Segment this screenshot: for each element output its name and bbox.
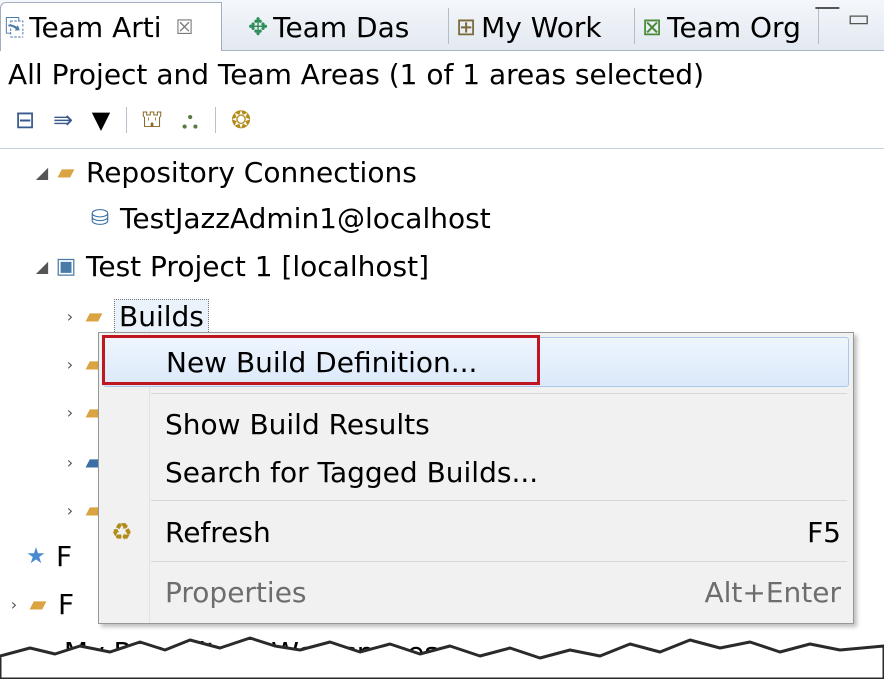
collapsed-twisty-icon[interactable]: › xyxy=(58,403,82,422)
builds-folder-icon: ▰ xyxy=(85,303,103,329)
tab-my-work[interactable]: ⊞ My Work xyxy=(452,4,602,50)
menu-separator xyxy=(151,561,847,562)
collapsed-twisty-icon[interactable]: › xyxy=(58,501,82,520)
tree-node-label: Repository Connections xyxy=(86,155,417,189)
expanded-twisty-icon[interactable]: ◢ xyxy=(30,257,54,276)
tab-divider xyxy=(448,8,449,44)
tab-label: Team Org xyxy=(667,10,801,44)
team-artifacts-icon: ⎘ xyxy=(5,13,25,41)
torn-edge-effect xyxy=(0,636,884,679)
tab-label: Team Arti xyxy=(29,10,162,44)
menu-item-shortcut: F5 xyxy=(807,515,841,549)
tree-node-repository-connections[interactable]: ◢ ▰ Repository Connections xyxy=(30,150,417,194)
tree-node-feeds[interactable]: › ▰ F xyxy=(2,582,74,626)
toolbar-divider xyxy=(126,107,127,133)
tree-node-label: Test Project 1 [localhost] xyxy=(86,249,429,283)
menu-item-show-build-results[interactable]: Show Build Results xyxy=(99,399,853,449)
expanded-twisty-icon[interactable]: ◢ xyxy=(30,163,54,182)
tree-node-project[interactable]: ◢ ▣ Test Project 1 [localhost] xyxy=(30,244,429,288)
menu-item-label: Refresh xyxy=(165,515,271,549)
view-menu-icon[interactable]: ▼ xyxy=(86,106,116,134)
tree-node-label: F xyxy=(56,539,73,573)
favorites-folder-icon: ★ xyxy=(26,543,46,569)
view-toolbar: ⊟ ⇛ ▼ ⛫ ⛬ ❂ xyxy=(10,104,256,136)
view-window-controls: ⎺▭ xyxy=(815,4,878,32)
tab-label: Team Das xyxy=(273,10,410,44)
collapse-all-icon[interactable]: ⊟ xyxy=(10,106,40,134)
view-tab-bar: ⎘ Team Arti ☒ ✥ Team Das ⊞ My Work ⊠ Tea… xyxy=(0,0,884,51)
team-area-icon[interactable]: ⛬ xyxy=(175,106,205,134)
collapsed-twisty-icon[interactable]: › xyxy=(58,307,82,326)
repository-connection-icon: ⛁ xyxy=(90,205,110,231)
tree-node-label: F xyxy=(58,587,75,621)
tree-node-label: TestJazzAdmin1@localhost xyxy=(120,201,491,235)
filter-icon[interactable]: ⇛ xyxy=(48,106,78,134)
tab-team-org[interactable]: ⊠ Team Org xyxy=(638,4,801,50)
refresh-icon: ♻ xyxy=(111,518,133,546)
menu-item-refresh[interactable]: ♻ Refresh F5 xyxy=(99,507,853,557)
minimize-icon[interactable]: ⎺ xyxy=(815,4,847,32)
menu-item-label: Show Build Results xyxy=(165,407,430,441)
close-icon[interactable]: ☒ xyxy=(176,15,194,39)
tree-node-connection[interactable]: ⛁ TestJazzAdmin1@localhost xyxy=(88,196,491,240)
tab-team-artifacts[interactable]: ⎘ Team Arti ☒ xyxy=(0,2,222,51)
tree-node-label: Builds xyxy=(114,298,209,334)
help-icon[interactable]: ❂ xyxy=(226,106,256,134)
annotation-highlight-box xyxy=(102,335,540,385)
collapsed-twisty-icon[interactable]: › xyxy=(58,355,82,374)
menu-separator xyxy=(151,393,847,394)
scope-label: All Project and Team Areas (1 of 1 areas… xyxy=(8,58,705,91)
collapsed-twisty-icon[interactable]: › xyxy=(58,453,82,472)
feeds-folder-icon: ▰ xyxy=(29,591,47,617)
team-dashboard-icon: ✥ xyxy=(248,13,269,41)
menu-item-label: Properties xyxy=(165,575,307,609)
menu-item-label: Search for Tagged Builds... xyxy=(165,455,539,489)
project-area-icon[interactable]: ⛫ xyxy=(137,105,167,136)
tab-divider xyxy=(634,8,635,44)
folder-icon: ▰ xyxy=(57,159,75,185)
team-org-icon: ⊠ xyxy=(642,13,663,41)
my-work-icon: ⊞ xyxy=(456,13,477,41)
tree-node-favorites[interactable]: ★ F xyxy=(24,534,72,578)
menu-item-search-tagged-builds[interactable]: Search for Tagged Builds... xyxy=(99,447,853,497)
project-area-icon: ▣ xyxy=(55,253,77,279)
maximize-icon[interactable]: ▭ xyxy=(847,4,878,32)
toolbar-divider xyxy=(215,107,216,133)
menu-separator xyxy=(151,500,847,501)
tab-team-dashboard[interactable]: ✥ Team Das xyxy=(244,4,409,50)
tab-label: My Work xyxy=(481,10,602,44)
menu-item-properties[interactable]: Properties Alt+Enter xyxy=(99,567,853,617)
menu-item-shortcut: Alt+Enter xyxy=(704,575,841,609)
collapsed-twisty-icon[interactable]: › xyxy=(2,595,26,614)
